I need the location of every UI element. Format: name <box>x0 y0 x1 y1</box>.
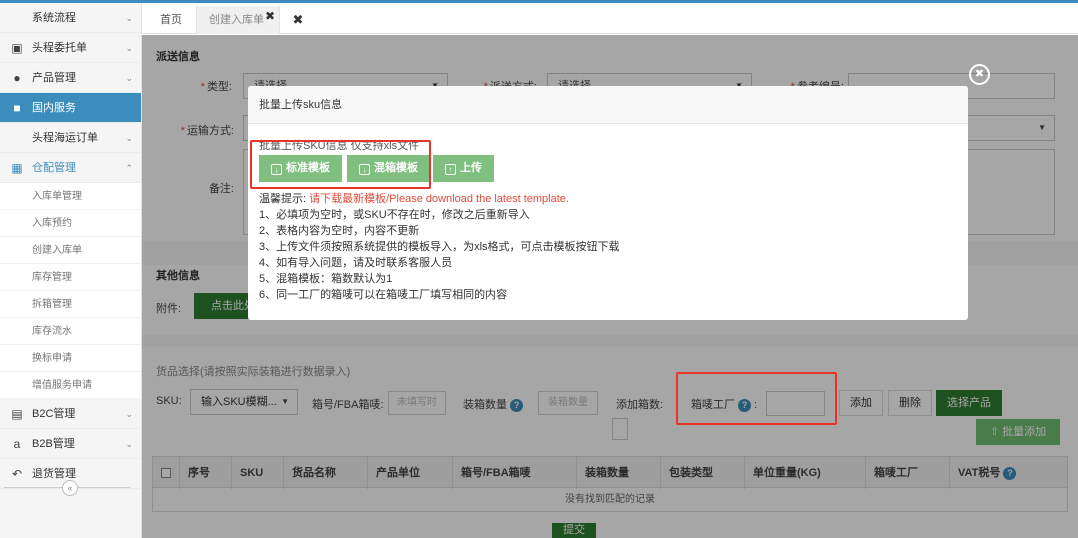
cart-icon: ▤ <box>11 407 23 421</box>
tip-line: 3、上传文件须按照系统提供的模板导入，为xls格式，可点击模板按钮下载 <box>259 241 620 253</box>
highlight-box-factory <box>676 372 837 425</box>
tip-header: 温馨提示: 请下载最新模板/Please download the latest… <box>259 191 949 207</box>
amazon-icon: a <box>13 437 21 451</box>
chevron-down-icon: ⌄ <box>125 409 133 419</box>
upload-button[interactable]: ↑ 上传 <box>433 155 494 182</box>
sidebar: 系统流程 ⌄ ▣ 头程委托单 ⌄ ● 产品管理 ⌄ ■ 国内服务 头程海运订单 … <box>0 3 142 538</box>
modal-close-icon[interactable]: ✖ <box>969 64 990 85</box>
upload-icon: ↑ <box>445 164 456 175</box>
tip-red-text: 请下载最新模板/Please download the latest templ… <box>309 193 569 205</box>
sidebar-item-b2c[interactable]: ▤ B2C管理 ⌄ <box>0 399 141 429</box>
tab-home[interactable]: 首页 <box>148 6 194 34</box>
tip-line: 6、同一工厂的箱唛可以在箱唛工厂填写相同的内容 <box>259 289 508 301</box>
sidebar-subitem[interactable]: 入库单管理 <box>0 183 141 210</box>
tips-block: 温馨提示: 请下载最新模板/Please download the latest… <box>259 191 949 303</box>
batch-upload-modal: 批量上传sku信息 批量上传SKU信息 仅支持xls文件 ↓ 标准模板 ↓ 混箱模板… <box>248 86 968 320</box>
sidebar-item-products[interactable]: ● 产品管理 ⌄ <box>0 63 141 93</box>
chevron-up-icon: ⌃ <box>125 163 133 173</box>
sidebar-subitem[interactable]: 换标申请 <box>0 345 141 372</box>
sidebar-subitem[interactable]: 入库预约 <box>0 210 141 237</box>
tab-bar: 首页 创建入库单 ✖ ✖ <box>142 6 1078 34</box>
tip-line: 5、混箱模板：箱数默认为1 <box>259 273 393 285</box>
sidebar-subitem[interactable]: 库存管理 <box>0 264 141 291</box>
sidebar-item-label: 头程委托单 <box>32 42 87 54</box>
sidebar-collapse: « <box>0 478 141 498</box>
sidebar-item-label: 产品管理 <box>32 72 76 84</box>
sidebar-item-warehouse[interactable]: ▦ 仓配管理 ⌃ <box>0 153 141 183</box>
close-tab-icon[interactable]: ✖ <box>265 2 275 30</box>
chevron-down-icon: ⌄ <box>125 133 133 143</box>
sidebar-item-sea-order[interactable]: 头程海运订单 ⌄ <box>0 123 141 153</box>
tip-line: 4、如有导入问题，请及时联系客服人员 <box>259 257 453 269</box>
folder-icon: ■ <box>13 101 21 115</box>
sidebar-subitem[interactable]: 增值服务申请 <box>0 372 141 399</box>
collapse-sidebar-button[interactable]: « <box>62 480 78 496</box>
close-all-tabs-icon[interactable]: ✖ <box>286 6 310 34</box>
sidebar-item-label: 国内服务 <box>32 102 76 114</box>
highlight-box-templates <box>250 140 431 189</box>
tag-icon: ● <box>13 71 21 85</box>
chevron-down-icon: ⌄ <box>125 439 133 449</box>
sidebar-item-label: B2C管理 <box>32 408 76 420</box>
chevron-down-icon: ⌄ <box>125 13 133 23</box>
tip-line: 2、表格内容为空时，内容不更新 <box>259 225 420 237</box>
grid-icon: ▦ <box>11 161 23 175</box>
sidebar-subitem[interactable]: 库存流水 <box>0 318 141 345</box>
sidebar-item-b2b[interactable]: a B2B管理 ⌄ <box>0 429 141 459</box>
tab-label: 创建入库单 <box>209 14 264 26</box>
tab-create-inbound[interactable]: 创建入库单 ✖ <box>196 6 280 34</box>
modal-title: 批量上传sku信息 <box>248 86 968 124</box>
sidebar-subitem[interactable]: 拆箱管理 <box>0 291 141 318</box>
sidebar-item-label: 仓配管理 <box>32 162 76 174</box>
sidebar-item-domestic-service[interactable]: ■ 国内服务 <box>0 93 141 123</box>
chevron-down-icon: ⌄ <box>125 43 133 53</box>
sidebar-item-first-leg-order[interactable]: ▣ 头程委托单 ⌄ <box>0 33 141 63</box>
sidebar-item-label: 系统流程 <box>32 12 76 24</box>
briefcase-icon: ▣ <box>11 41 23 55</box>
sidebar-item-system-flow[interactable]: 系统流程 ⌄ <box>0 3 141 33</box>
chevron-down-icon: ⌄ <box>125 73 133 83</box>
sidebar-subitem[interactable]: 创建入库单 <box>0 237 141 264</box>
top-accent-bar <box>0 0 1078 3</box>
tip-line: 1、必填项为空时，或SKU不存在时，修改之后重新导入 <box>259 209 530 221</box>
sidebar-item-label: 头程海运订单 <box>32 132 98 144</box>
upload-label: 上传 <box>460 162 482 174</box>
tip-prefix: 温馨提示: <box>259 193 307 205</box>
sidebar-item-label: B2B管理 <box>32 438 75 450</box>
